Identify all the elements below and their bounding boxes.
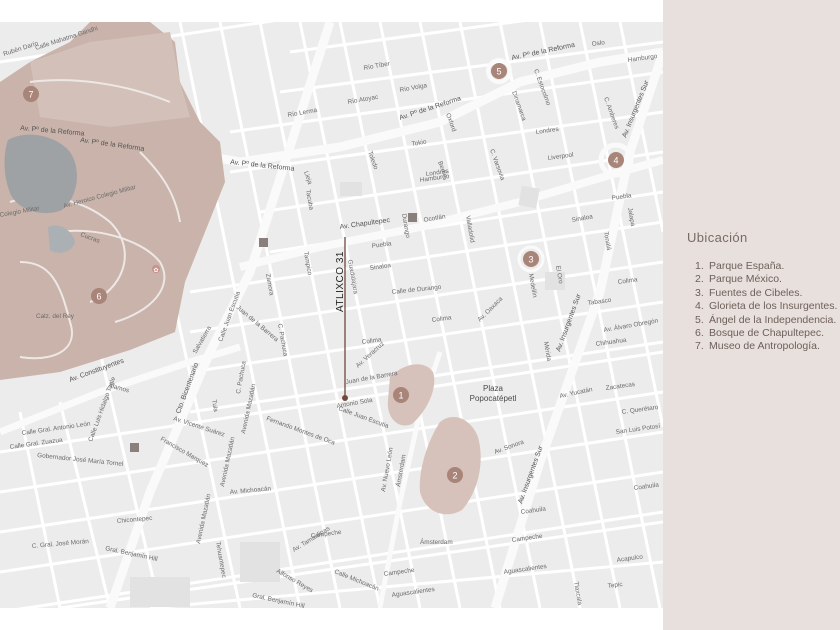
street-oslo: Oslo <box>591 39 605 48</box>
street-puebla-2: Puebla <box>611 192 632 202</box>
street-juan-escutia-1: Calle Juan Escutia <box>217 290 242 343</box>
street-tlaxcala: Tlaxcala <box>572 581 583 606</box>
street-c-amberes: C. Amberes <box>602 96 620 130</box>
street-mazatlan-2: Avenida Mazatlán <box>219 436 236 487</box>
svg-text:4: 4 <box>613 156 618 166</box>
street-tokio: Tokio <box>411 138 427 148</box>
legend-item-number: 5. <box>695 313 704 326</box>
street-rio-volga: Río Volga <box>399 82 428 94</box>
street-acapulco: Acapulco <box>616 553 643 564</box>
legend-panel: Ubicación 1. Parque España. 2. Parque Méxi… <box>663 0 840 630</box>
street-colima-2: Colima <box>431 314 452 324</box>
street-jose-moran: C. Gral. José Morán <box>32 538 90 550</box>
street-c-pachuca-1: C. Pachuca <box>276 323 289 357</box>
street-oaxaca: Av. Oaxaca <box>476 295 504 323</box>
street-amsterdam-1: Ámsterdam <box>420 537 453 546</box>
street-tampico: Tampico <box>302 251 313 276</box>
street-tula: Tula <box>210 399 219 413</box>
legend-item-number: 7. <box>695 340 704 353</box>
legend-item-label: Fuentes de Cibeles. <box>709 286 803 299</box>
street-aguascalientes-2: Aguascalientes <box>391 586 435 599</box>
svg-text:1: 1 <box>398 391 403 401</box>
street-jalapa: Jalapa <box>626 207 636 227</box>
legend-item[interactable]: 7. Museo de Antropología. <box>695 340 837 353</box>
street-tacuba: Tacuba <box>304 189 315 211</box>
street-chihuahua: Chihuahua <box>595 337 627 348</box>
legend-list: 1. Parque España. 2. Parque México. 3. Fuen… <box>695 260 837 354</box>
legend-title: Ubicación <box>687 230 748 245</box>
street-medellin: Medellín <box>527 273 538 298</box>
svg-text:6: 6 <box>96 292 101 302</box>
svg-text:✿: ✿ <box>153 267 158 274</box>
street-liverpool: Liverpool <box>547 151 574 162</box>
legend-item-label: Glorieta de los Insurgentes. <box>709 300 838 313</box>
street-zuazua: Calle Gral. Zuazua <box>9 437 63 451</box>
svg-text:7: 7 <box>28 90 33 100</box>
marker-1[interactable]: 1 <box>393 387 409 403</box>
street-tepic: Tepic <box>607 581 624 590</box>
street-mazatlan-1: Avenida Mazatlán <box>240 383 257 434</box>
legend-item-label: Bosque de Chapultepec. <box>709 327 825 340</box>
street-queretaro: C. Querétaro <box>621 404 659 416</box>
legend-item-label: Parque México. <box>709 273 782 286</box>
legend-item-label: Parque España. <box>709 260 785 272</box>
street-rio-atoyac: Río Atoyac <box>347 94 379 106</box>
marker-6[interactable]: 6 <box>91 288 107 304</box>
street-alvaro-obregon: Av. Álvaro Obregón <box>603 315 659 334</box>
project-pin: ATLIXCO 31 <box>335 237 348 401</box>
street-ruben-dario: Rubén Darío <box>2 40 39 58</box>
project-dot <box>342 395 348 401</box>
map[interactable]: ATLIXCO 31 ✿ Plaza Popocatépetl 1 2 3 4 … <box>0 22 663 608</box>
legend-item-number: 2. <box>695 273 704 286</box>
plaza-label-1: Plaza <box>483 384 504 393</box>
svg-text:2: 2 <box>452 471 457 481</box>
street-gobernador-jose: Gobernador José María Tornel <box>37 452 124 468</box>
legend-item[interactable]: 4. Glorieta de los Insurgentes. <box>695 300 837 313</box>
street-calz-rey: Calz. del Rey <box>36 313 75 320</box>
street-rio-tiber: Río Tíber <box>363 60 391 72</box>
legend-item-number: 1. <box>695 260 704 272</box>
plaza-label-2: Popocatépetl <box>470 394 517 403</box>
street-zacatecas: Zacatecas <box>605 381 635 392</box>
legend-item-label: Museo de Antropología. <box>709 340 820 353</box>
svg-text:5: 5 <box>496 67 501 77</box>
marker-2[interactable]: 2 <box>447 467 463 483</box>
legend-item-label: Ángel de la Independencia. <box>709 313 837 326</box>
marker-5[interactable]: 5 <box>491 63 507 79</box>
street-guadalajara: Guadalajara <box>346 259 359 295</box>
legend-item[interactable]: 5. Ángel de la Independencia. <box>695 314 837 327</box>
legend-item[interactable]: 6. Bosque de Chapultepec. <box>695 327 837 340</box>
street-lieja: Lieja <box>302 170 313 186</box>
street-londres-2: Londres <box>535 126 559 136</box>
marker-7[interactable]: 7 <box>23 86 39 102</box>
street-coahuila-1: Coahuila <box>633 481 659 492</box>
legend-item-number: 3. <box>695 286 704 299</box>
svg-text:3: 3 <box>528 255 533 265</box>
project-label: ATLIXCO 31 <box>335 251 346 312</box>
legend-item[interactable]: 1. Parque España. <box>695 260 837 273</box>
legend-item[interactable]: 2. Parque México. <box>695 273 837 286</box>
map-canvas: ATLIXCO 31 ✿ Plaza Popocatépetl 1 2 3 4 … <box>0 22 663 608</box>
legend-item-number: 6. <box>695 327 704 340</box>
legend-item[interactable]: 3. Fuentes de Cibeles. <box>695 287 837 300</box>
street-puebla-1: Puebla <box>371 240 392 250</box>
legend-item-number: 4. <box>695 300 704 313</box>
marker-3[interactable]: 3 <box>523 251 539 267</box>
marker-4[interactable]: 4 <box>608 152 624 168</box>
